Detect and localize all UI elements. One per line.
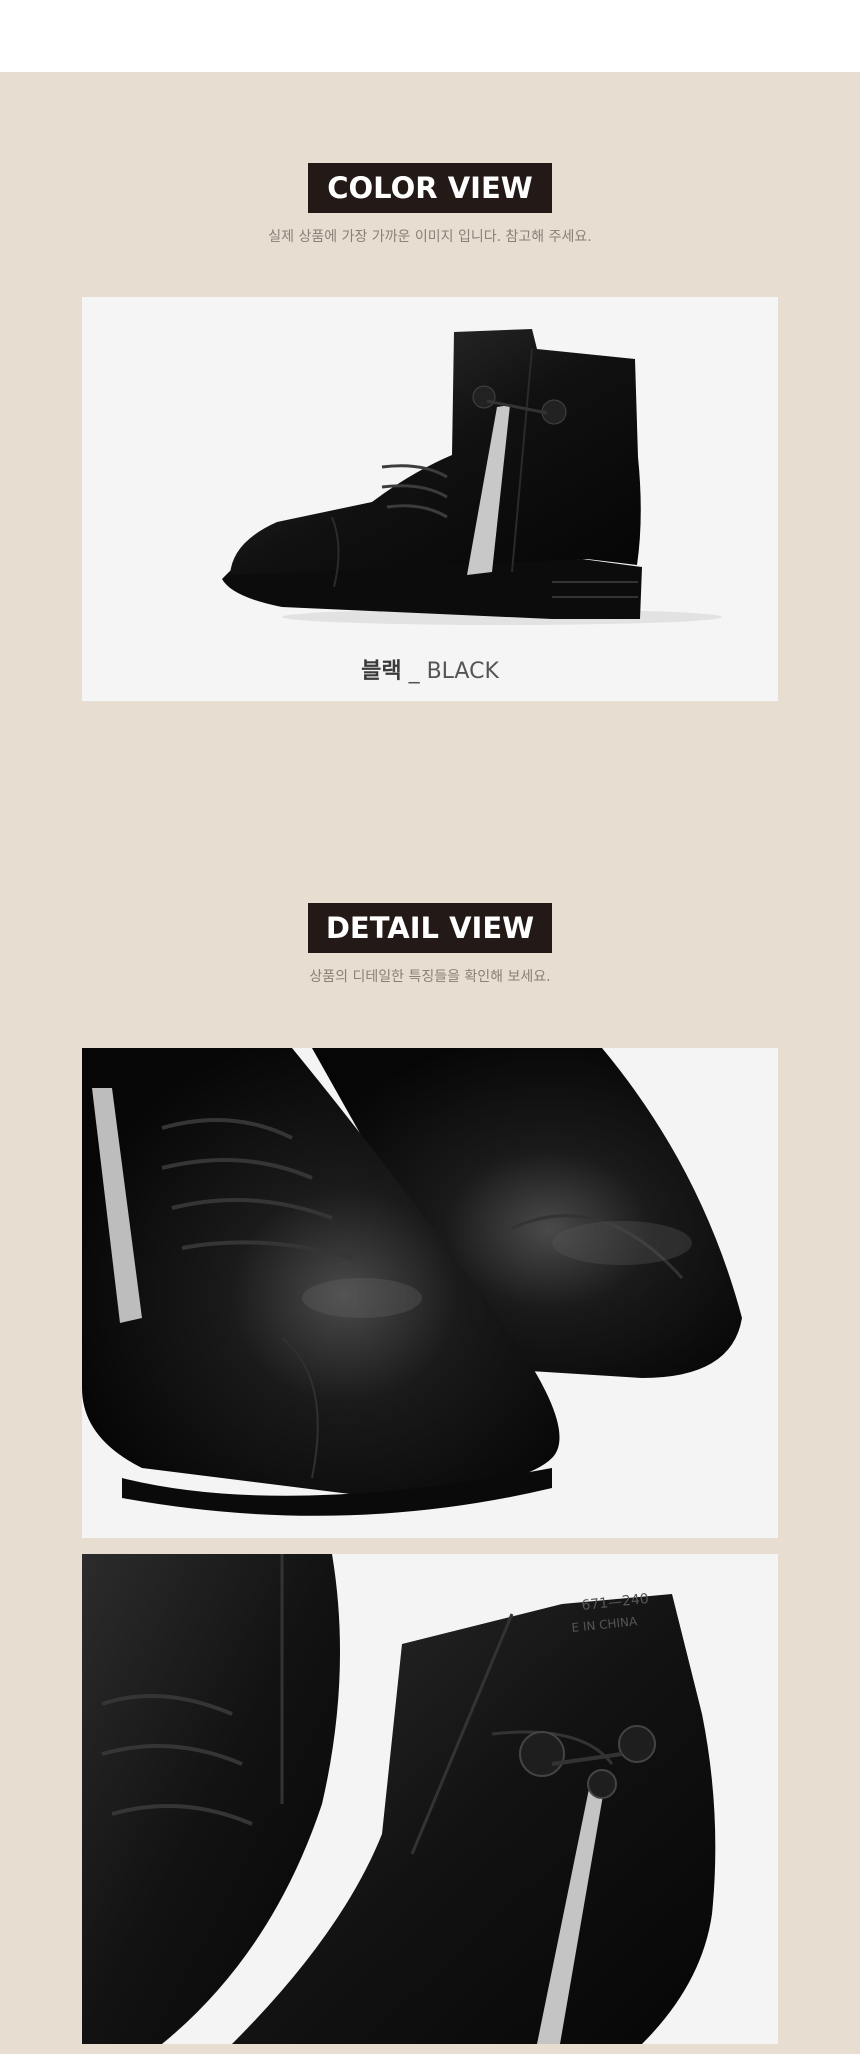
color-swatch-caption: 블랙 _ BLACK — [82, 653, 778, 685]
detail-view-subtitle: 상품의 디테일한 특징들을 확인해 보세요. — [309, 969, 551, 985]
detail-view-title: DETAIL VIEW — [308, 903, 552, 953]
color-name-english: BLACK — [426, 659, 499, 684]
color-name-separator: _ — [401, 659, 427, 684]
color-name-korean: 블랙 — [361, 659, 402, 684]
color-view-title: COLOR VIEW — [308, 163, 552, 213]
color-view-subtitle: 실제 상품에 가장 가까운 이미지 입니다. 참고해 주세요. — [268, 229, 592, 245]
product-detail-page: COLOR VIEW 실제 상품에 가장 가까운 이미지 입니다. 참고해 주세… — [0, 0, 860, 2054]
detail-photo-toe — [82, 1048, 778, 1538]
detail-photo-side: 671—240 E IN CHINA — [82, 1554, 778, 2044]
top-whitespace — [0, 0, 860, 72]
color-photo-black-boot — [82, 297, 778, 701]
